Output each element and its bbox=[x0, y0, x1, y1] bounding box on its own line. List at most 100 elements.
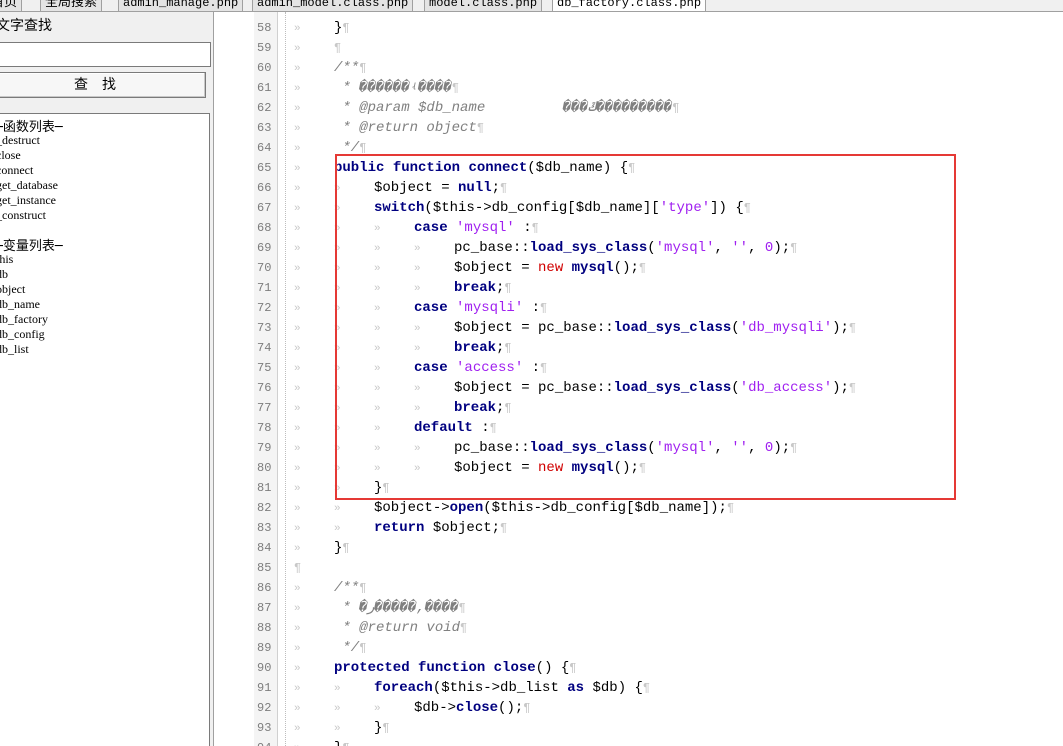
search-input[interactable] bbox=[0, 42, 211, 67]
code-line[interactable]: »» return $object;¶ bbox=[294, 518, 507, 538]
line-number: 61 bbox=[257, 81, 272, 95]
line-number: 91 bbox=[257, 681, 272, 695]
code-line[interactable]: » protected function close() {¶ bbox=[294, 658, 576, 678]
function-item[interactable]: get_database bbox=[0, 178, 58, 193]
tab-admin-manage[interactable]: admin_manage.php bbox=[118, 0, 244, 11]
tab-model-class[interactable]: model.class.php bbox=[424, 0, 543, 11]
code-line[interactable]: »» switch($this->db_config[$db_name]['typ… bbox=[294, 198, 751, 218]
code-line[interactable]: »»}¶ bbox=[294, 478, 390, 498]
variable-item[interactable]: this bbox=[0, 252, 13, 267]
code-line[interactable]: » * @param $db_name ���ݿ���������¶ bbox=[294, 98, 679, 118]
code-line[interactable]: » * @return object¶ bbox=[294, 118, 484, 138]
line-number: 93 bbox=[257, 721, 272, 735]
code-line[interactable]: » * �ر�����,����¶ bbox=[294, 598, 466, 618]
tab-bar: 首页 全局搜索 admin_manage.php admin_model.cla… bbox=[0, 0, 1063, 12]
line-number: 64 bbox=[257, 141, 272, 155]
code-line[interactable]: »» foreach($this->db_list as $db) {¶ bbox=[294, 678, 650, 698]
function-item[interactable]: connect bbox=[0, 163, 33, 178]
line-number: 79 bbox=[257, 441, 272, 455]
code-area[interactable]: »}¶» ¶»/**¶» * ������ʵ����¶» * @param $db… bbox=[294, 12, 1063, 746]
line-number: 86 bbox=[257, 581, 272, 595]
code-line[interactable]: »/**¶ bbox=[294, 578, 366, 598]
line-number-gutter: 58 59 60 61 62 63 64 65 66 67 68 69 70 71 72 73 74 75 76 77… bbox=[254, 12, 278, 746]
line-number: 90 bbox=[257, 661, 272, 675]
code-line[interactable]: »»»» pc_base::load_sys_class('mysql', '',… bbox=[294, 238, 797, 258]
code-line[interactable]: »/**¶ bbox=[294, 58, 366, 78]
line-number: 71 bbox=[257, 281, 272, 295]
line-number: 60 bbox=[257, 61, 272, 75]
line-number: 83 bbox=[257, 521, 272, 535]
tree-line-icon: ─ bbox=[54, 120, 63, 135]
tab-db-factory-class[interactable]: db_factory.class.php bbox=[552, 0, 707, 11]
code-line[interactable]: »»»» pc_base::load_sys_class('mysql', '',… bbox=[294, 438, 797, 458]
line-number: 88 bbox=[257, 621, 272, 635]
variable-item[interactable]: object bbox=[0, 282, 25, 297]
code-line[interactable]: »»» case 'mysqli' :¶ bbox=[294, 298, 547, 318]
code-line[interactable]: » public function connect($db_name) {¶ bbox=[294, 158, 635, 178]
code-line[interactable]: »»»» break;¶ bbox=[294, 338, 512, 358]
code-line[interactable]: »»» case 'access' :¶ bbox=[294, 358, 547, 378]
function-item[interactable]: get_instance bbox=[0, 193, 56, 208]
line-number: 85 bbox=[257, 561, 272, 575]
line-number: 87 bbox=[257, 601, 272, 615]
code-line[interactable]: ¶ bbox=[294, 558, 301, 578]
search-group-title: 文字查找 bbox=[0, 18, 52, 34]
code-line[interactable]: »» $object->open($this->db_config[$db_nam… bbox=[294, 498, 734, 518]
variable-item[interactable]: db_factory bbox=[0, 312, 48, 327]
code-line[interactable]: »}¶ bbox=[294, 738, 350, 746]
search-button[interactable]: 查找 bbox=[0, 72, 206, 98]
line-number: 65 bbox=[257, 161, 272, 175]
code-line[interactable]: »»»» $object = pc_base::load_sys_class('d… bbox=[294, 378, 856, 398]
line-number: 74 bbox=[257, 341, 272, 355]
code-line[interactable]: » */¶ bbox=[294, 638, 366, 658]
line-number: 58 bbox=[257, 21, 272, 35]
line-number: 69 bbox=[257, 241, 272, 255]
code-line[interactable]: » */¶ bbox=[294, 138, 366, 158]
line-number: 89 bbox=[257, 641, 272, 655]
symbol-list: └函数列表─ _destruct close connect get_datab… bbox=[0, 113, 210, 746]
line-number: 81 bbox=[257, 481, 272, 495]
variable-item[interactable]: db bbox=[0, 267, 8, 282]
code-line[interactable]: »»»» $object = new mysql();¶ bbox=[294, 258, 646, 278]
line-number: 72 bbox=[257, 301, 272, 315]
code-line[interactable]: »»»» break;¶ bbox=[294, 398, 512, 418]
line-number: 80 bbox=[257, 461, 272, 475]
code-line[interactable]: »»»» $object = pc_base::load_sys_class('d… bbox=[294, 318, 856, 338]
variable-item[interactable]: db_config bbox=[0, 327, 45, 342]
line-number: 73 bbox=[257, 321, 272, 335]
function-item[interactable]: _construct bbox=[0, 208, 46, 223]
variable-item[interactable]: db_name bbox=[0, 297, 40, 312]
line-number: 75 bbox=[257, 361, 272, 375]
code-line[interactable]: »»}¶ bbox=[294, 718, 390, 738]
line-number: 66 bbox=[257, 181, 272, 195]
code-line[interactable]: »»» $db->close();¶ bbox=[294, 698, 530, 718]
line-number: 59 bbox=[257, 41, 272, 55]
line-number: 67 bbox=[257, 201, 272, 215]
code-line[interactable]: »»» case 'mysql' :¶ bbox=[294, 218, 539, 238]
code-line[interactable]: » * @return void¶ bbox=[294, 618, 467, 638]
fold-margin[interactable] bbox=[278, 12, 286, 746]
line-number: 62 bbox=[257, 101, 272, 115]
code-line[interactable]: »»» default :¶ bbox=[294, 418, 497, 438]
code-line[interactable]: »}¶ bbox=[294, 538, 350, 558]
line-number: 70 bbox=[257, 261, 272, 275]
line-number: 94 bbox=[254, 738, 278, 746]
code-line[interactable]: » * ������ʵ����¶ bbox=[294, 78, 459, 98]
function-item[interactable]: close bbox=[0, 148, 21, 163]
code-line[interactable]: »»»» $object = new mysql();¶ bbox=[294, 458, 646, 478]
code-line[interactable]: » ¶ bbox=[294, 38, 341, 58]
function-item[interactable]: _destruct bbox=[0, 133, 40, 148]
line-number: 92 bbox=[257, 701, 272, 715]
code-line[interactable]: »}¶ bbox=[294, 18, 350, 38]
line-number: 82 bbox=[257, 501, 272, 515]
tab-home[interactable]: 首页 bbox=[0, 0, 23, 11]
line-number: 77 bbox=[257, 401, 272, 415]
code-editor[interactable]: 58 59 60 61 62 63 64 65 66 67 68 69 70 71 72 73 74 75 76 77… bbox=[254, 12, 1063, 746]
line-number: 84 bbox=[257, 541, 272, 555]
code-line[interactable]: »»»» break;¶ bbox=[294, 278, 512, 298]
variable-item[interactable]: db_list bbox=[0, 342, 29, 357]
tab-global-search[interactable]: 全局搜索 bbox=[40, 0, 103, 11]
line-number: 78 bbox=[257, 421, 272, 435]
tab-admin-model-class[interactable]: admin_model.class.php bbox=[252, 0, 414, 11]
code-line[interactable]: »» $object = null;¶ bbox=[294, 178, 507, 198]
